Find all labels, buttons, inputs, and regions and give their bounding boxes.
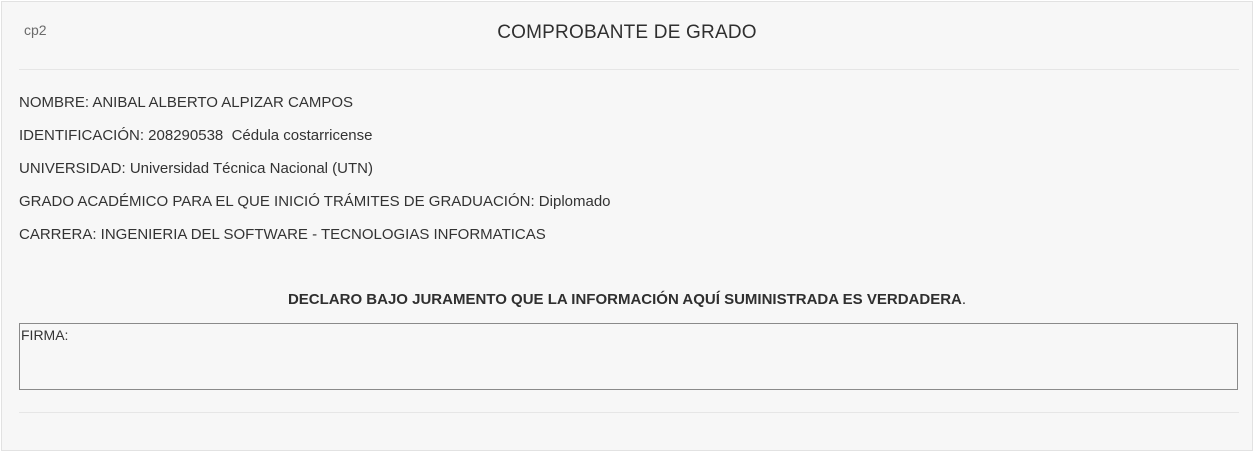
- oath-period: .: [961, 291, 967, 308]
- student-info: NOMBRE: ANIBAL ALBERTO ALPIZAR CAMPOS ID…: [19, 93, 611, 258]
- oath-declaration: DECLARO BAJO JURAMENTO QUE LA INFORMACIÓ…: [2, 291, 1252, 308]
- info-carrera: CARRERA: INGENIERIA DEL SOFTWARE - TECNO…: [19, 226, 546, 243]
- info-identificacion: IDENTIFICACIÓN: 208290538 Cédula costarr…: [19, 127, 373, 144]
- signature-label: FIRMA:: [21, 327, 69, 343]
- signature-box: FIRMA:: [19, 323, 1238, 390]
- oath-text: DECLARO BAJO JURAMENTO QUE LA INFORMACIÓ…: [287, 291, 962, 308]
- page-title: COMPROBANTE DE GRADO: [497, 22, 757, 43]
- header-divider: [19, 69, 1239, 70]
- info-universidad: UNIVERSIDAD: Universidad Técnica Naciona…: [19, 160, 373, 177]
- certificate-panel: cp2 COMPROBANTE DE GRADO NOMBRE: ANIBAL …: [1, 1, 1253, 451]
- footer-divider: [19, 412, 1239, 413]
- info-grado: GRADO ACADÉMICO PARA EL QUE INICIÓ TRÁMI…: [19, 193, 611, 210]
- info-nombre: NOMBRE: ANIBAL ALBERTO ALPIZAR CAMPOS: [19, 94, 353, 111]
